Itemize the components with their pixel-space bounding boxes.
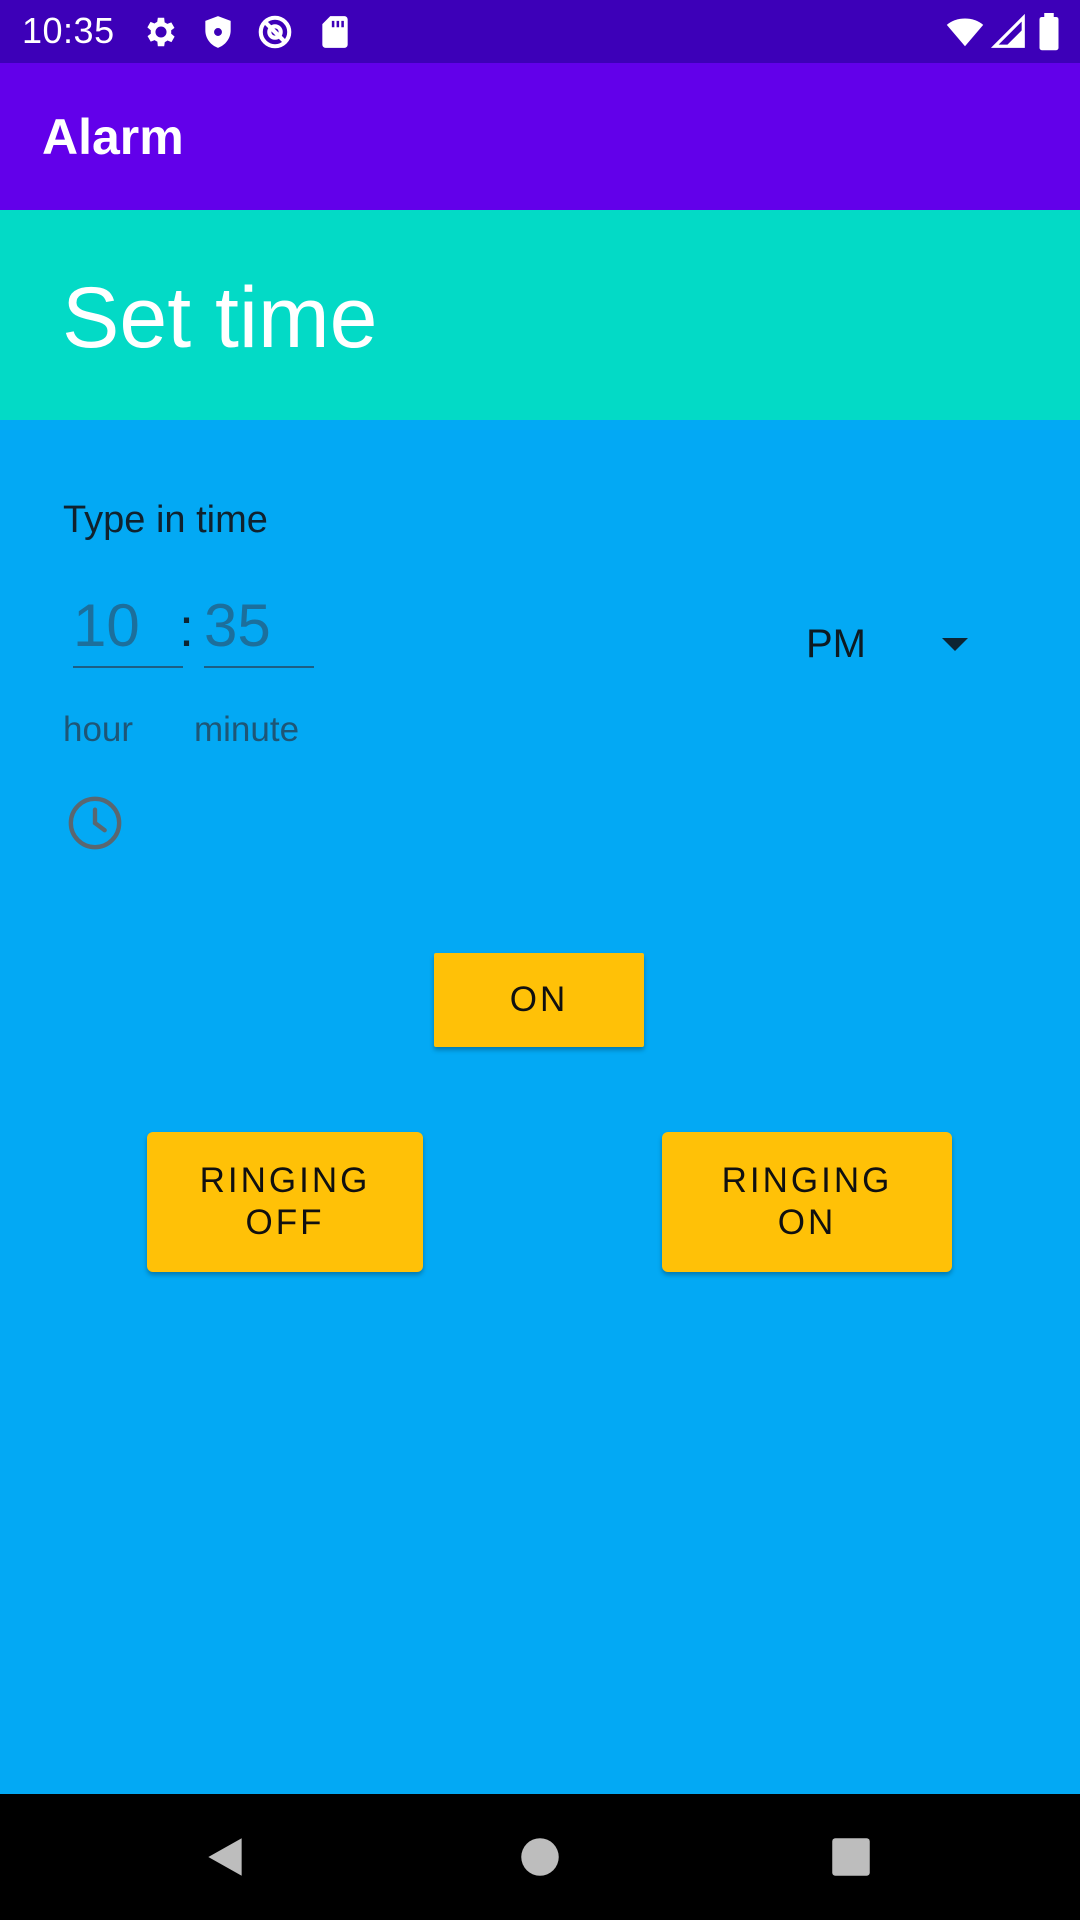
wifi-icon bbox=[944, 13, 986, 51]
status-time: 10:35 bbox=[22, 10, 115, 51]
time-separator: : bbox=[179, 598, 195, 658]
at-sign-icon bbox=[256, 13, 294, 51]
hour-input[interactable] bbox=[73, 590, 183, 660]
type-in-time-label: Type in time bbox=[63, 499, 268, 541]
clock-icon[interactable] bbox=[66, 794, 124, 852]
battery-icon bbox=[1037, 13, 1061, 51]
hour-caption: hour bbox=[63, 710, 134, 749]
sd-card-icon bbox=[316, 13, 354, 51]
ampm-value: PM bbox=[806, 622, 866, 666]
on-button[interactable]: ON bbox=[434, 953, 644, 1047]
page-title: Set time bbox=[62, 270, 378, 366]
ampm-dropdown[interactable]: PM bbox=[806, 616, 976, 676]
back-icon[interactable] bbox=[200, 1832, 250, 1882]
minute-caption: minute bbox=[194, 710, 300, 749]
ringing-off-button[interactable]: RINGING OFF bbox=[147, 1132, 423, 1272]
app-bar: Alarm bbox=[0, 63, 1080, 210]
header-band: Set time bbox=[0, 210, 1080, 420]
app-title: Alarm bbox=[42, 109, 184, 165]
minute-field-container bbox=[204, 590, 314, 668]
ringing-on-button[interactable]: RINGING ON bbox=[662, 1132, 952, 1272]
dropdown-arrow-icon bbox=[940, 634, 970, 654]
gear-icon bbox=[142, 13, 180, 51]
status-bar: 10:35 bbox=[0, 0, 1080, 63]
signal-icon bbox=[990, 13, 1028, 51]
recents-icon[interactable] bbox=[826, 1832, 876, 1882]
home-icon[interactable] bbox=[515, 1832, 565, 1882]
minute-input[interactable] bbox=[204, 590, 314, 660]
shield-icon bbox=[199, 13, 237, 51]
hour-field-container bbox=[73, 590, 183, 668]
navigation-bar bbox=[0, 1794, 1080, 1920]
time-picker-panel: Type in time : hour minute PM ON RINGING… bbox=[0, 420, 1080, 1794]
